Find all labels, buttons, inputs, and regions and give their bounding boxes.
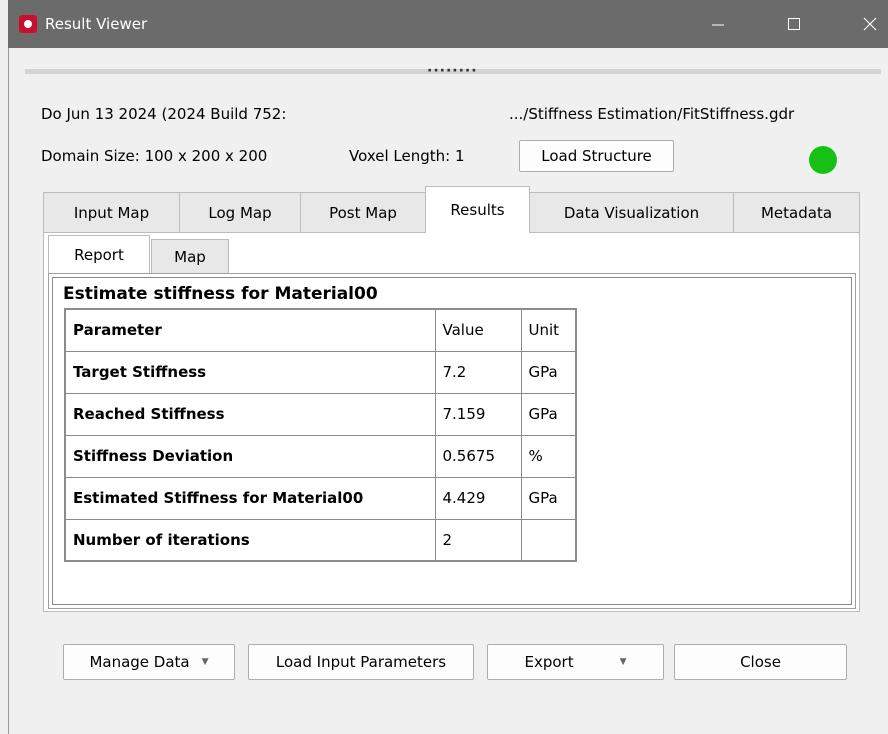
table-row: Reached Stiffness 7.159 GPa: [64, 392, 577, 436]
tab-log-map[interactable]: Log Map: [179, 192, 301, 232]
table-cell: 0.5675: [434, 434, 522, 478]
status-indicator: [809, 146, 837, 174]
load-input-parameters-button[interactable]: Load Input Parameters: [248, 644, 474, 680]
window-body: ········ Do Jun 13 2024 (2024 Build 752:…: [8, 48, 888, 734]
table-row: Stiffness Deviation 0.5675 %: [64, 434, 577, 478]
file-path-text: .../Stiffness Estimation/FitStiffness.gd…: [509, 105, 795, 123]
grip-dots-icon[interactable]: ········: [427, 64, 478, 78]
tab-data-visualization[interactable]: Data Visualization: [529, 192, 734, 232]
results-panel: Report Map Estimate stiffness for Materi…: [43, 232, 860, 612]
table-cell: Estimated Stiffness for Material00: [64, 476, 436, 520]
tab-post-map[interactable]: Post Map: [300, 192, 426, 232]
tab-metadata[interactable]: Metadata: [733, 192, 860, 232]
table-cell: GPa: [520, 350, 577, 394]
table-row: Number of iterations 2: [64, 518, 577, 562]
close-button[interactable]: Close: [674, 644, 847, 680]
manage-data-label: Manage Data: [89, 653, 190, 671]
table-header-cell: Value: [434, 308, 522, 352]
table-header-cell: Parameter: [64, 308, 436, 352]
table-cell: Reached Stiffness: [64, 392, 436, 436]
title-bar: Result Viewer: [8, 0, 888, 48]
domain-size-text: Domain Size: 100 x 200 x 200: [41, 147, 268, 165]
load-structure-button[interactable]: Load Structure: [519, 140, 674, 172]
chevron-down-icon: ▼: [201, 657, 209, 667]
table-header-row: Parameter Value Unit: [64, 308, 577, 352]
maximize-icon: [788, 18, 800, 30]
close-window-button[interactable]: [846, 0, 888, 48]
table-cell: [520, 518, 577, 562]
voxel-length-text: Voxel Length: 1: [349, 147, 465, 165]
tab-input-map[interactable]: Input Map: [43, 192, 180, 232]
report-panel: Estimate stiffness for Material00 Parame…: [48, 273, 856, 609]
subtab-map[interactable]: Map: [151, 239, 229, 273]
table-row: Target Stiffness 7.2 GPa: [64, 350, 577, 394]
table-cell: GPa: [520, 392, 577, 436]
report-view[interactable]: Estimate stiffness for Material00 Parame…: [52, 277, 852, 605]
table-row: Estimated Stiffness for Material00 4.429…: [64, 476, 577, 520]
app-logo-icon: [19, 15, 37, 33]
table-header-cell: Unit: [520, 308, 577, 352]
table-cell: Target Stiffness: [64, 350, 436, 394]
subtab-report[interactable]: Report: [48, 235, 150, 273]
minimize-button[interactable]: [694, 0, 742, 48]
report-title: Estimate stiffness for Material00: [63, 284, 378, 304]
close-icon: [863, 17, 877, 31]
build-date-text: Do Jun 13 2024 (2024 Build 752:: [41, 105, 287, 123]
window-title: Result Viewer: [45, 15, 148, 33]
table-cell: 7.2: [434, 350, 522, 394]
results-table: Parameter Value Unit Target Stiffness 7.…: [64, 308, 577, 562]
table-cell: 4.429: [434, 476, 522, 520]
table-cell: 7.159: [434, 392, 522, 436]
table-cell: GPa: [520, 476, 577, 520]
maximize-button[interactable]: [770, 0, 818, 48]
manage-data-button[interactable]: Manage Data ▼: [63, 644, 235, 680]
export-button[interactable]: Export ▼: [487, 644, 664, 680]
minimize-icon: [712, 24, 724, 26]
export-label: Export: [524, 653, 574, 671]
table-cell: Stiffness Deviation: [64, 434, 436, 478]
table-cell: Number of iterations: [64, 518, 436, 562]
chevron-down-icon: ▼: [619, 657, 627, 667]
tab-results[interactable]: Results: [425, 186, 530, 233]
table-cell: %: [520, 434, 577, 478]
table-cell: 2: [434, 518, 522, 562]
